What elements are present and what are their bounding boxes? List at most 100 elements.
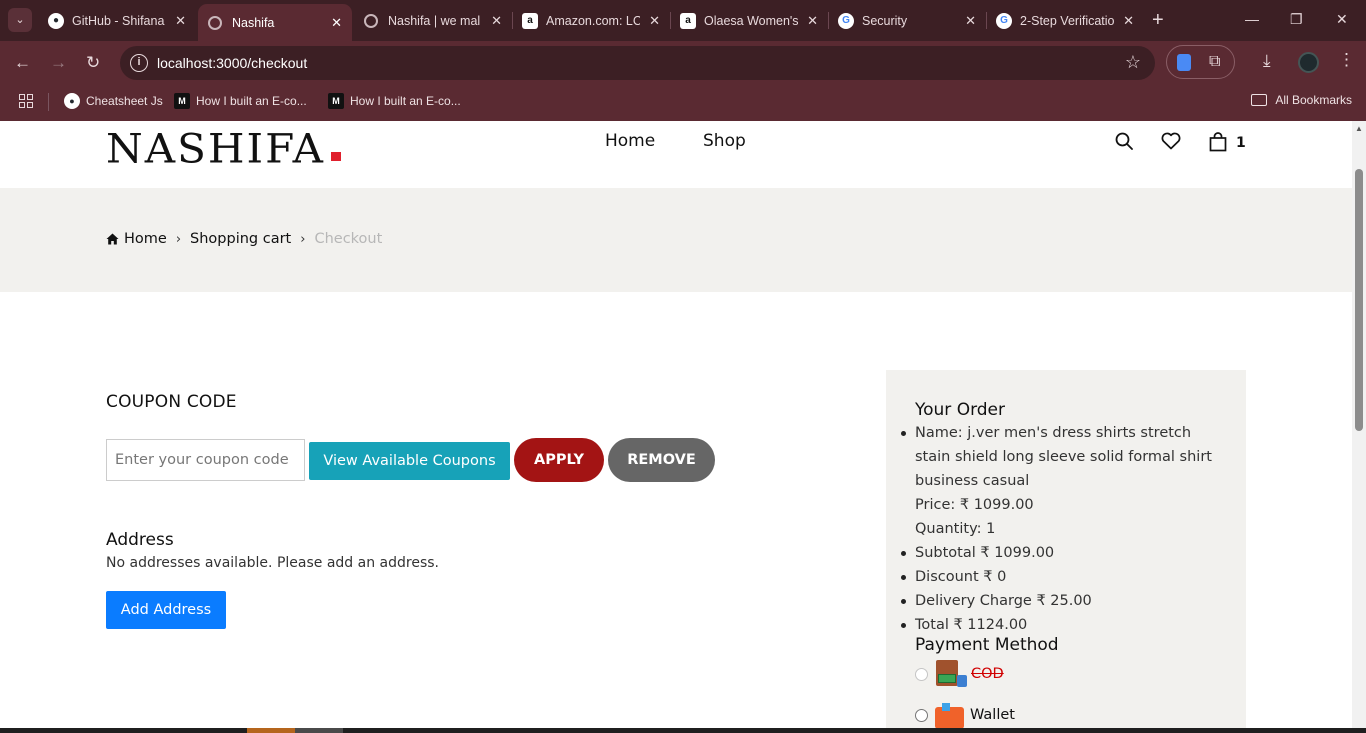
breadcrumb: Home › Shopping cart › Checkout — [106, 231, 382, 247]
payment-option-wallet[interactable]: Wallet — [915, 703, 1015, 729]
all-bookmarks[interactable]: All Bookmarks — [1251, 93, 1352, 107]
wallet-radio[interactable] — [915, 708, 928, 722]
close-tab-icon[interactable]: ✕ — [807, 13, 818, 29]
address-bar[interactable]: i localhost:3000/checkout ☆ — [120, 46, 1155, 80]
apply-coupon-button[interactable]: APPLY — [514, 438, 604, 482]
heart-icon[interactable] — [1161, 132, 1181, 150]
forward-icon[interactable]: → — [50, 53, 67, 73]
remove-coupon-button[interactable]: REMOVE — [608, 438, 715, 482]
apps-grid-icon[interactable] — [19, 94, 34, 109]
chevron-right-icon: › — [175, 231, 182, 247]
page-viewport: NASHIFA Home Shop 1 Home › Shopping cart… — [0, 121, 1352, 733]
medium-icon: M — [328, 93, 344, 109]
close-tab-icon[interactable]: ✕ — [491, 13, 502, 29]
payment-option-cod[interactable]: COD — [915, 660, 1004, 688]
order-total: Total ₹ 1124.00 — [901, 613, 1225, 637]
order-summary-panel: Your Order Name: j.ver men's dress shirt… — [886, 370, 1246, 733]
bookmark-label: How I built an E-co... — [350, 94, 461, 108]
google-icon: G — [838, 12, 854, 29]
scrollbar-thumb[interactable] — [1355, 169, 1363, 431]
address-title: Address — [106, 530, 174, 550]
tab-amazon-2[interactable]: a Olaesa Women's ✕ — [670, 6, 828, 35]
amazon-icon: a — [680, 12, 696, 29]
order-title: Your Order — [915, 400, 1006, 420]
shopping-bag-icon[interactable] — [1209, 132, 1227, 152]
close-window-icon[interactable]: ✕ — [1336, 11, 1348, 28]
tab-github[interactable]: ● GitHub - Shifana ✕ — [38, 6, 196, 35]
cod-label: COD — [971, 666, 1004, 682]
logo-dot — [331, 152, 341, 161]
restore-icon[interactable]: ❐ — [1290, 11, 1303, 28]
page-scrollbar[interactable]: ▲ — [1352, 121, 1366, 733]
close-tab-icon[interactable]: ✕ — [175, 13, 186, 29]
extension-icon[interactable] — [1177, 54, 1191, 71]
site-info-icon[interactable]: i — [130, 54, 148, 72]
bookmark-star-icon[interactable]: ☆ — [1125, 52, 1141, 73]
reload-icon[interactable]: ↻ — [86, 53, 100, 73]
cart-count-badge: 1 — [1236, 135, 1246, 151]
tab-title: Amazon.com: LC — [546, 13, 640, 28]
search-icon[interactable] — [1115, 132, 1133, 150]
coupon-title: COUPON CODE — [106, 392, 237, 412]
extensions-group: ⧉ — [1166, 45, 1235, 79]
site-logo[interactable]: NASHIFA — [106, 125, 325, 172]
breadcrumb-shopping-cart[interactable]: Shopping cart — [190, 231, 291, 247]
order-delivery-charge: Delivery Charge ₹ 25.00 — [901, 589, 1225, 613]
all-bookmarks-label: All Bookmarks — [1275, 93, 1352, 107]
tab-nashifa-active[interactable]: Nashifa ✕ — [198, 4, 352, 41]
close-tab-icon[interactable]: ✕ — [1123, 13, 1134, 29]
payment-method-title: Payment Method — [915, 635, 1059, 655]
medium-icon: M — [174, 93, 190, 109]
order-item-name: Name: j.ver men's dress shirts stretch s… — [901, 421, 1225, 493]
divider — [48, 93, 49, 111]
breadcrumb-current: Checkout — [314, 231, 383, 247]
tab-nashifa-2[interactable]: Nashifa | we mal ✕ — [354, 6, 512, 35]
tab-title: GitHub - Shifana — [72, 13, 165, 28]
view-coupons-button[interactable]: View Available Coupons — [309, 442, 510, 480]
nav-shop[interactable]: Shop — [703, 131, 746, 151]
add-address-button[interactable]: Add Address — [106, 591, 226, 629]
back-icon[interactable]: ← — [14, 53, 31, 73]
globe-icon — [208, 15, 222, 30]
order-item-quantity: Quantity: 1 — [915, 521, 996, 537]
kebab-menu-icon[interactable]: ⋮ — [1338, 50, 1355, 70]
bookmark-medium-1[interactable]: M How I built an E-co... — [174, 93, 307, 109]
chevron-right-icon: › — [300, 231, 306, 247]
folder-icon — [1251, 94, 1268, 106]
tab-amazon-1[interactable]: a Amazon.com: LC ✕ — [512, 6, 670, 35]
tab-title: Security — [862, 13, 908, 28]
new-tab-icon[interactable]: + — [1152, 9, 1164, 31]
address-empty-message: No addresses available. Please add an ad… — [106, 555, 439, 571]
bookmark-label: How I built an E-co... — [196, 94, 307, 108]
bookmark-cheatsheet[interactable]: ● Cheatsheet Js — [64, 93, 163, 109]
github-icon: ● — [48, 12, 64, 29]
minimize-icon[interactable]: — — [1245, 11, 1259, 27]
bookmark-label: Cheatsheet Js — [86, 94, 163, 108]
url-text[interactable]: localhost:3000/checkout — [157, 55, 307, 71]
taskbar-item[interactable] — [295, 728, 343, 733]
profile-avatar[interactable] — [1298, 52, 1319, 73]
close-tab-icon[interactable]: ✕ — [331, 15, 342, 31]
download-icon[interactable]: ⤓ — [1263, 51, 1271, 71]
bookmarks-bar: ● Cheatsheet Js M How I built an E-co...… — [0, 85, 1366, 121]
puzzle-icon[interactable]: ⧉ — [1209, 53, 1220, 71]
home-icon — [106, 233, 119, 245]
tab-2-step[interactable]: G 2-Step Verificatio ✕ — [986, 6, 1144, 35]
coupon-input[interactable] — [106, 439, 305, 481]
nav-home[interactable]: Home — [605, 131, 655, 151]
taskbar-edge — [0, 728, 1366, 733]
tab-search-icon[interactable]: ⌄ — [8, 8, 32, 32]
tab-title: Nashifa — [232, 15, 275, 30]
close-tab-icon[interactable]: ✕ — [965, 13, 976, 29]
browser-tab-strip: ⌄ ● GitHub - Shifana ✕ Nashifa ✕ Nashifa… — [0, 0, 1366, 41]
close-tab-icon[interactable]: ✕ — [649, 13, 660, 29]
wallet-label: Wallet — [970, 707, 1015, 723]
scroll-up-icon[interactable]: ▲ — [1355, 124, 1363, 133]
breadcrumb-home[interactable]: Home — [124, 231, 167, 247]
bookmark-medium-2[interactable]: M How I built an E-co... — [328, 93, 461, 109]
tab-security[interactable]: G Security ✕ — [828, 6, 986, 35]
taskbar-item[interactable] — [247, 728, 295, 733]
globe-icon — [364, 13, 378, 28]
cod-radio[interactable] — [915, 667, 928, 681]
order-list: Name: j.ver men's dress shirts stretch s… — [901, 421, 1225, 637]
